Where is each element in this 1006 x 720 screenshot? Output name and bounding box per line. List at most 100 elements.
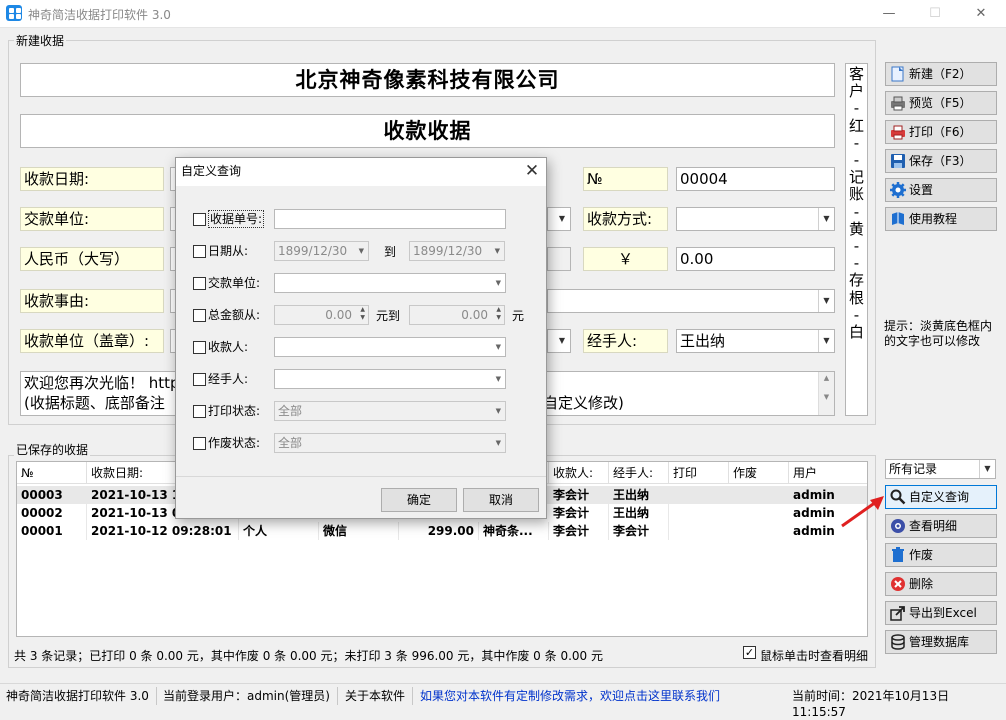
rmb-upper-label[interactable]: 人民币（大写）	[20, 247, 164, 271]
no-label[interactable]: №	[583, 167, 668, 191]
chevron-down-icon: ▼	[495, 375, 501, 383]
dialog-close-button[interactable]: ✕	[518, 158, 546, 186]
amount-range-checkbox[interactable]	[193, 309, 206, 322]
export-icon	[890, 605, 906, 621]
manage-database-button[interactable]: 管理数据库	[885, 630, 997, 654]
vertical-char: -	[853, 133, 860, 152]
chevron-down-icon: ▼	[494, 247, 500, 255]
receipt-no-field[interactable]: 00004	[676, 167, 835, 191]
void-status-select[interactable]: 全部 ▼	[274, 433, 506, 453]
col-header-no[interactable]: №	[17, 462, 87, 484]
status-current-user: 当前登录用户：admin(管理员)	[163, 689, 330, 703]
date-from-label: 日期从:	[208, 244, 249, 258]
custom-query-button[interactable]: 自定义查询	[885, 485, 997, 509]
handler-select[interactable]: 王出纳 ▼	[676, 329, 835, 353]
seal-label[interactable]: 收款单位（盖章）:	[20, 329, 164, 353]
settings-button[interactable]: 设置	[885, 178, 997, 202]
new-doc-icon	[890, 66, 906, 82]
payer-dropdown[interactable]: ▼	[547, 207, 571, 231]
date-to-label: 到	[384, 245, 397, 259]
col-header-user[interactable]: 用户	[789, 462, 867, 484]
delete-button[interactable]: 删除	[885, 572, 997, 596]
amount-from-spinner[interactable]: 0.00 ▲ ▼	[274, 305, 369, 325]
print-button[interactable]: 打印（F6）	[885, 120, 997, 144]
void-status-checkbox[interactable]	[193, 437, 206, 450]
new-receipt-group-label: 新建收据	[14, 32, 67, 49]
chevron-down-icon: ▼	[979, 460, 995, 478]
company-name-field[interactable]: 北京神奇像素科技有限公司	[20, 63, 835, 97]
pay-method-select[interactable]: ▼	[676, 207, 835, 231]
payer-checkbox[interactable]	[193, 277, 206, 290]
chevron-down-icon: ▼	[495, 439, 501, 447]
amount-from-label: 总金额从:	[208, 308, 261, 322]
preview-icon	[890, 95, 906, 111]
vertical-char: -	[853, 254, 860, 273]
amount-to-spinner[interactable]: 0.00 ▲ ▼	[409, 305, 505, 325]
payee-filter-select[interactable]: ▼	[274, 337, 506, 357]
handler-checkbox[interactable]	[193, 373, 206, 386]
new-button[interactable]: 新建（F2）	[885, 62, 997, 86]
date-range-checkbox[interactable]	[193, 245, 206, 258]
chevron-down-icon: ▼	[818, 330, 834, 352]
detail-on-click-checkbox[interactable]: ✓	[743, 646, 756, 659]
payer-label[interactable]: 交款单位:	[20, 207, 164, 231]
status-separator	[337, 687, 338, 705]
void-status-label: 作废状态:	[208, 436, 261, 450]
tutorial-button[interactable]: 使用教程	[885, 207, 997, 231]
dialog-cancel-button[interactable]: 取消	[463, 488, 539, 512]
copy-colors-text: 客户-红--记账-黄--存根-白	[846, 64, 867, 341]
col-header-void[interactable]: 作废	[729, 462, 789, 484]
col-header-handler[interactable]: 经手人:	[609, 462, 669, 484]
handler-filter-select[interactable]: ▼	[274, 369, 506, 389]
printer-icon	[890, 124, 906, 140]
note-scrollbar[interactable]: ▲ ▼	[818, 372, 834, 415]
chevron-down-icon: ▼	[495, 343, 501, 351]
status-app-name: 神奇简洁收据打印软件 3.0	[6, 689, 149, 703]
vertical-char: 根	[848, 288, 864, 307]
table-row[interactable]: 00001 2021-10-12 09:28:01 个人 微信 299.00 神…	[17, 522, 867, 540]
save-button[interactable]: 保存（F3）	[885, 149, 997, 173]
seal-dropdown[interactable]: ▼	[547, 329, 571, 353]
reason-label[interactable]: 收款事由:	[20, 289, 164, 313]
spinner-arrows-icon: ▲ ▼	[496, 306, 501, 321]
receipt-title-field[interactable]: 收款收据	[20, 114, 835, 148]
contact-link[interactable]: 如果您对本软件有定制修改需求，欢迎点击这里联系我们	[420, 688, 720, 704]
app-icon	[6, 5, 22, 21]
reason-select[interactable]: ▼	[547, 289, 835, 313]
close-button[interactable]: ✕	[958, 0, 1004, 28]
col-header-payee[interactable]: 收款人:	[549, 462, 609, 484]
date-label[interactable]: 收款日期:	[20, 167, 164, 191]
record-filter-select[interactable]: 所有记录 ▼	[885, 459, 996, 479]
receipt-no-input[interactable]	[274, 209, 506, 229]
minimize-button[interactable]: —	[866, 0, 912, 28]
date-from-picker[interactable]: 1899/12/30 ▼	[274, 241, 369, 261]
receipt-no-checkbox[interactable]	[193, 213, 206, 226]
payer-filter-select[interactable]: ▼	[274, 273, 506, 293]
view-detail-button[interactable]: 查看明细	[885, 514, 997, 538]
database-icon	[890, 633, 906, 650]
book-icon	[890, 211, 906, 227]
preview-button[interactable]: 预览（F5）	[885, 91, 997, 115]
print-status-select[interactable]: 全部 ▼	[274, 401, 506, 421]
pay-method-label[interactable]: 收款方式:	[583, 207, 668, 231]
chevron-down-icon: ▼	[495, 279, 501, 287]
gear-icon	[890, 181, 906, 198]
vertical-char: -	[853, 151, 860, 170]
export-excel-button[interactable]: 导出到Excel	[885, 601, 997, 625]
col-header-printed[interactable]: 打印	[669, 462, 729, 484]
dialog-ok-button[interactable]: 确定	[381, 488, 457, 512]
trash-icon	[890, 546, 906, 563]
chevron-down-icon: ▼	[358, 247, 364, 255]
handler-label[interactable]: 经手人:	[583, 329, 668, 353]
payee-checkbox[interactable]	[193, 341, 206, 354]
custom-query-dialog: 自定义查询 ✕ 收据单号: 日期从: 1899/12/30 ▼ 到 1899/1…	[175, 157, 547, 519]
yen-symbol-label[interactable]: ￥	[583, 247, 668, 271]
handler-value: 王出纳	[680, 332, 726, 350]
about-link[interactable]: 关于本软件	[345, 688, 405, 704]
amount-field[interactable]: 0.00	[676, 247, 835, 271]
print-status-checkbox[interactable]	[193, 405, 206, 418]
void-button[interactable]: 作废	[885, 543, 997, 567]
date-to-picker[interactable]: 1899/12/30 ▼	[409, 241, 505, 261]
maximize-button[interactable]: ☐	[912, 0, 958, 28]
vertical-char: 客	[848, 65, 864, 83]
